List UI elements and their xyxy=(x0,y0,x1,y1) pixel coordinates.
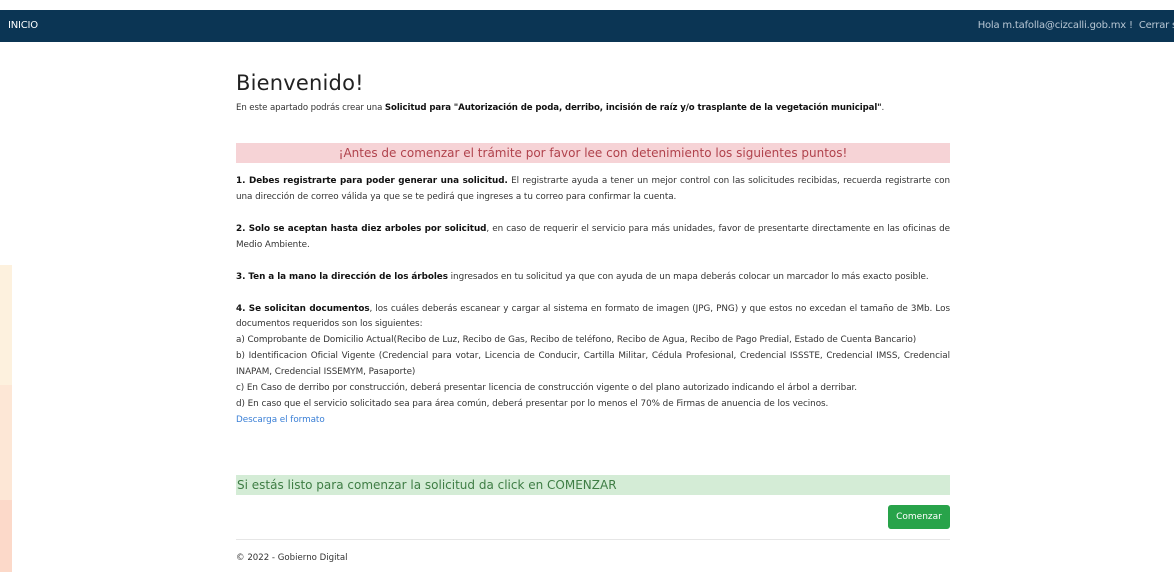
instruction-item: 2. Solo se aceptan hasta diez arboles po… xyxy=(236,222,950,254)
download-format-link[interactable]: Descarga el formato xyxy=(236,415,325,425)
top-navbar: INICIO Hola m.tafolla@cizcalli.gob.mx ! C… xyxy=(0,10,1174,42)
nav-user-area: Hola m.tafolla@cizcalli.gob.mx ! Cerrar s… xyxy=(972,10,1174,42)
ready-alert: Si estás listo para comenzar la solicitu… xyxy=(236,475,950,495)
logout-link[interactable]: Cerrar ses xyxy=(1139,20,1174,31)
instruction-item: 1. Debes registrarte para poder generar … xyxy=(236,174,950,206)
user-greeting-link[interactable]: Hola m.tafolla@cizcalli.gob.mx ! xyxy=(978,20,1133,31)
instruction-item: 4. Se solicitan documentos, los cuáles d… xyxy=(236,302,950,429)
intro-text: En este apartado podrás crear una Solici… xyxy=(236,103,950,113)
instruction-item: 3. Ten a la mano la dirección de los árb… xyxy=(236,270,950,286)
document-item: b) Identificacion Oficial Vigente (Crede… xyxy=(236,351,950,378)
instruction-bold: 3. Ten a la mano la dirección de los árb… xyxy=(236,271,448,282)
warning-text: ¡Antes de comenzar el trámite por favor … xyxy=(338,146,848,160)
nav-home-link[interactable]: INICIO xyxy=(8,10,38,42)
intro-bold: Solicitud para "Autorización de poda, de… xyxy=(384,103,882,113)
instruction-text: ingresados en tu solicitud ya que con ay… xyxy=(447,271,929,282)
instruction-bold: 2. Solo se aceptan hasta diez arboles po… xyxy=(236,223,487,234)
side-decoration xyxy=(0,385,12,500)
instruction-bold: 1. Debes registrarte para poder generar … xyxy=(236,176,508,186)
warning-alert: ¡Antes de comenzar el trámite por favor … xyxy=(236,143,950,163)
instructions-list: 1. Debes registrarte para poder generar … xyxy=(236,174,950,429)
intro-suffix: . xyxy=(881,103,885,113)
page-title: Bienvenido! xyxy=(236,71,364,95)
document-item: a) Comprobante de Domicilio Actual(Recib… xyxy=(236,335,917,346)
side-decoration xyxy=(0,265,12,385)
ready-text: Si estás listo para comenzar la solicitu… xyxy=(237,478,617,492)
instruction-bold: 4. Se solicitan documentos xyxy=(236,303,370,314)
side-decoration xyxy=(0,500,12,572)
document-item: d) En caso que el servicio solicitado se… xyxy=(236,398,829,409)
document-item: c) En Caso de derribo por construcción, … xyxy=(236,383,858,394)
start-button[interactable]: Comenzar xyxy=(888,505,950,529)
footer-copyright: © 2022 - Gobierno Digital xyxy=(236,553,348,563)
footer-divider xyxy=(236,539,950,540)
intro-prefix: En este apartado podrás crear una xyxy=(236,103,385,113)
